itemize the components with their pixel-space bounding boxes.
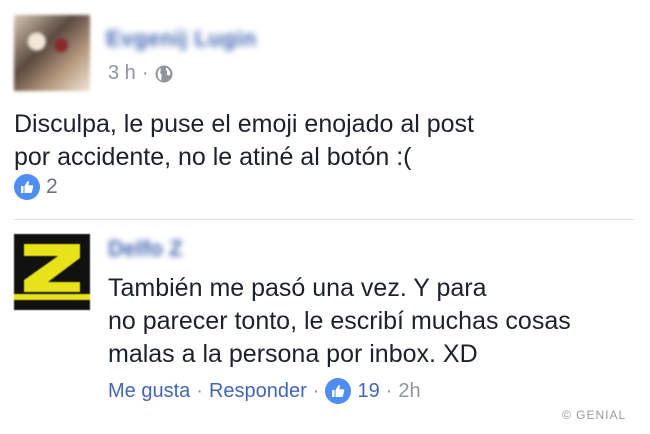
- like-icon[interactable]: [325, 378, 352, 404]
- post-author-name[interactable]: Evgenij Lugin: [106, 26, 257, 52]
- post-text: Disculpa, le puse el emoji enojado al po…: [14, 108, 574, 174]
- like-button[interactable]: Me gusta: [108, 380, 190, 403]
- comment-timestamp[interactable]: 2h: [398, 380, 420, 403]
- post: Evgenij Lugin 3 h · Disculpa, le puse el…: [0, 0, 650, 210]
- meta-separator: ·: [141, 62, 149, 84]
- action-separator: ·: [312, 379, 320, 402]
- reply-button[interactable]: Responder: [209, 380, 307, 403]
- comment-text-line: malas a la persona por inbox. XD: [108, 340, 478, 368]
- post-reactions[interactable]: 2: [14, 174, 58, 200]
- post-text-line: Disculpa, le puse el emoji enojado al po…: [14, 110, 474, 138]
- comment-author-name[interactable]: Delfo Z: [108, 236, 183, 262]
- like-icon: [14, 174, 40, 200]
- comment-author-avatar[interactable]: [14, 234, 90, 310]
- divider: [14, 219, 634, 220]
- post-meta: 3 h ·: [108, 62, 174, 85]
- comment-text: También me pasó una vez. Y para no parec…: [108, 272, 638, 371]
- post-text-line: por accidente, no le atiné al botón :(: [14, 143, 412, 171]
- comment: Delfo Z También me pasó una vez. Y para …: [0, 222, 650, 434]
- action-separator: ·: [196, 379, 203, 402]
- post-timestamp[interactable]: 3 h: [108, 62, 136, 85]
- post-like-count: 2: [46, 175, 58, 198]
- comment-like-count[interactable]: 19: [357, 380, 379, 403]
- comment-actions: Me gusta · Responder · 19 · 2h: [108, 378, 421, 404]
- action-separator: ·: [385, 379, 393, 402]
- comment-text-line: También me pasó una vez. Y para: [108, 274, 487, 302]
- watermark: © GENIAL: [562, 408, 627, 422]
- post-author-avatar[interactable]: [14, 15, 90, 91]
- globe-icon: [154, 64, 174, 84]
- comment-text-line: no parecer tonto, le escribí muchas cosa…: [108, 307, 571, 335]
